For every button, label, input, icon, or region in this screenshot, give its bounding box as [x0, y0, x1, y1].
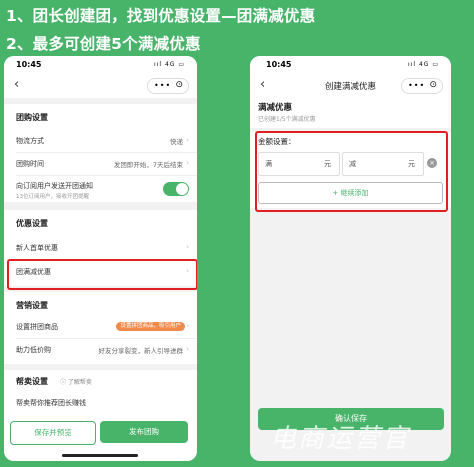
highlight-box	[255, 131, 448, 212]
help-sale-row[interactable]: 帮卖帮你推荐团长赚钱	[16, 398, 86, 408]
watermark: 电商运营官	[270, 424, 411, 454]
created-count: 已创建1/5个满减优惠	[258, 116, 316, 123]
row-label: 助力低价购	[16, 346, 51, 354]
row-label: 团购时间	[16, 160, 44, 168]
close-circle-icon[interactable]: ⊙	[175, 80, 183, 90]
phone-create-reduction: 10:45 ııl 4G ▭ ‹ 创建满减优惠 ••• ⊙ 满减优惠 已创建1/…	[250, 56, 451, 461]
mini-program-capsule[interactable]: ••• ⊙	[147, 78, 189, 94]
more-icon[interactable]: •••	[408, 81, 425, 90]
chevron-right-icon: ›	[186, 322, 189, 330]
nav-bar: ‹ ••• ⊙	[4, 74, 197, 98]
row-value: 好友分享裂变，新人引导进群	[98, 347, 184, 355]
logistics-row[interactable]: 物流方式 快递 ›	[16, 136, 189, 146]
notify-toggle[interactable]	[163, 182, 189, 196]
chevron-right-icon: ›	[186, 345, 189, 353]
close-circle-icon[interactable]: ⊙	[429, 80, 437, 90]
status-bar: 10:45 ııl 4G ▭	[4, 56, 197, 74]
marketing-section: 营销设置 设置拼团商品 › 设置拼团商品，吸引用户 助力低价购 好友分享裂变，新…	[4, 292, 197, 364]
home-indicator	[62, 454, 138, 457]
status-icons: ııl 4G ▭	[154, 61, 185, 68]
chevron-right-icon: ›	[186, 136, 189, 144]
bottom-bar: 保存并预览 发布团购	[4, 411, 197, 461]
caption-line2: 2、最多可创建5个满减优惠	[6, 35, 201, 53]
mini-program-capsule[interactable]: ••• ⊙	[401, 78, 443, 94]
status-time: 10:45	[16, 60, 42, 69]
status-bar: 10:45 ııl 4G ▭	[250, 56, 451, 74]
row-label: 物流方式	[16, 137, 44, 145]
save-preview-button[interactable]: 保存并预览	[10, 421, 96, 445]
publish-button[interactable]: 发布团购	[100, 421, 188, 443]
status-time: 10:45	[266, 60, 292, 69]
group-settings-section: 团购设置 物流方式 快递 › 团购时间 发团即开始，7天后结束 › 向订阅用户发…	[4, 104, 197, 202]
section-title: 帮卖设置	[16, 377, 48, 386]
row-label: 新人首单优惠	[16, 244, 58, 252]
nav-bar: ‹ 创建满减优惠 ••• ⊙	[250, 74, 451, 98]
more-icon[interactable]: •••	[154, 81, 171, 90]
reduction-header: 满减优惠 已创建1/5个满减优惠	[250, 98, 451, 128]
section-title: 团购设置	[16, 113, 48, 122]
pintuan-tag: 设置拼团商品，吸引用户	[116, 322, 185, 331]
help-buy-row[interactable]: 助力低价购 好友分享裂变，新人引导进群 ›	[16, 345, 189, 355]
section-title: 营销设置	[16, 301, 48, 310]
chevron-right-icon: ›	[186, 159, 189, 167]
highlight-box	[7, 259, 197, 290]
learn-help-sale-link[interactable]: ⓘ 了解帮卖	[60, 377, 92, 386]
chevron-right-icon: ›	[186, 243, 189, 251]
row-value: 快递	[170, 138, 183, 146]
status-icons: ııl 4G ▭	[408, 61, 439, 68]
section-title: 满减优惠	[258, 103, 293, 113]
row-value: 发团即开始，7天后结束	[113, 161, 183, 169]
notify-desc: 13位订阅用户，接收开团提醒	[16, 194, 89, 200]
section-title: 优惠设置	[16, 219, 48, 228]
phone-create-group: 10:45 ııl 4G ▭ ‹ ••• ⊙ 团购设置 物流方式 快递 › 团购…	[4, 56, 197, 461]
row-label: 向订阅用户发送开团通知	[16, 182, 93, 190]
group-time-row[interactable]: 团购时间 发团即开始，7天后结束 ›	[16, 159, 189, 169]
caption-line1: 1、团长创建团，找到优惠设置—团满减优惠	[6, 7, 316, 25]
row-label: 设置拼团商品	[16, 323, 58, 331]
back-icon[interactable]: ‹	[14, 77, 19, 92]
first-order-row[interactable]: 新人首单优惠 ›	[16, 243, 189, 253]
